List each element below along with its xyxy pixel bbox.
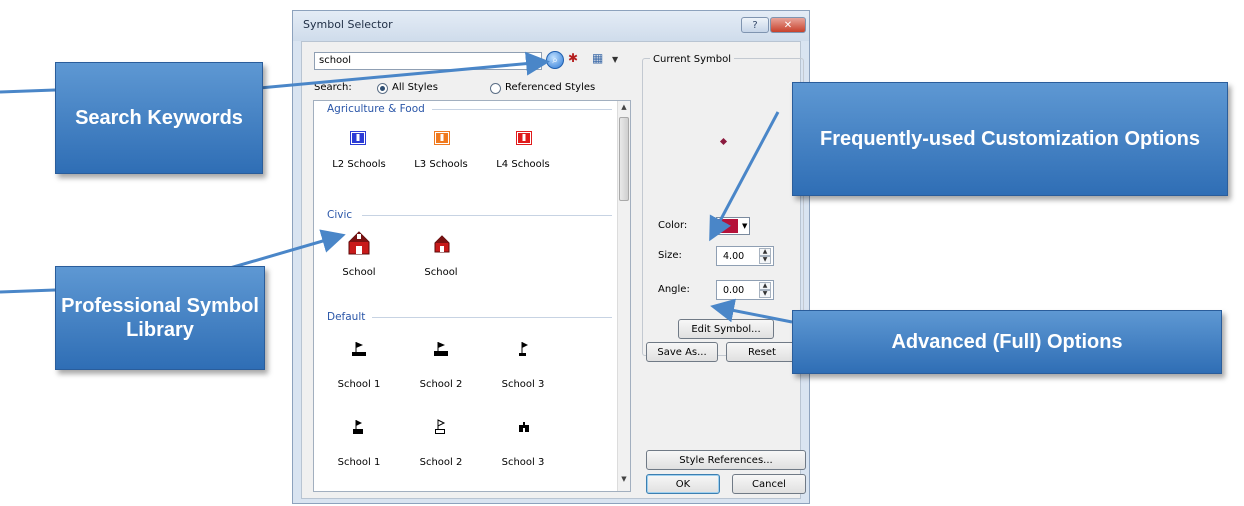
symbol-label: School 2	[419, 457, 463, 468]
school-orange-icon	[434, 131, 450, 145]
color-swatch[interactable]	[718, 219, 738, 233]
symbol-item[interactable]: School 2	[396, 341, 486, 401]
angle-stepper[interactable]: 0.00 ▲ ▼	[716, 280, 774, 300]
reset-button[interactable]: Reset	[726, 342, 798, 362]
symbol-label: School	[424, 267, 458, 278]
symbol-item[interactable]: School 1	[314, 419, 404, 479]
all-styles-radio[interactable]	[377, 83, 388, 94]
symbol-item[interactable]: School	[396, 235, 486, 291]
title-bar: Symbol Selector ? ✕	[293, 11, 809, 41]
save-as-button[interactable]: Save As...	[646, 342, 718, 362]
symbol-item[interactable]: L4 Schools	[478, 131, 568, 181]
symbol-item[interactable]: L3 Schools	[396, 131, 486, 181]
edit-symbol-button[interactable]: Edit Symbol...	[678, 319, 774, 339]
dialog-title: Symbol Selector	[303, 18, 393, 31]
symbol-label: L4 Schools	[496, 159, 550, 170]
color-dropdown-icon[interactable]: ▼	[742, 222, 747, 230]
all-styles-label[interactable]: All Styles	[392, 82, 438, 93]
symbol-item[interactable]: School	[314, 231, 404, 291]
help-button[interactable]: ?	[741, 17, 769, 33]
angle-up-icon[interactable]: ▲	[759, 282, 771, 290]
symbol-label: L3 Schools	[414, 159, 468, 170]
group-divider	[432, 109, 612, 110]
symbol-item[interactable]: School 2	[396, 419, 486, 479]
referenced-styles-label[interactable]: Referenced Styles	[505, 82, 595, 93]
symbol-label: School 2	[419, 379, 463, 390]
group-heading-civic: Civic	[327, 209, 353, 221]
symbol-item[interactable]: L2 Schools	[314, 131, 404, 181]
schoolhouse-small-icon	[434, 235, 450, 253]
close-icon: ✕	[783, 19, 793, 31]
view-options-icon[interactable]: ▦	[592, 51, 612, 69]
symbol-label: School 3	[501, 457, 545, 468]
size-down-icon[interactable]: ▼	[759, 256, 771, 264]
size-value[interactable]: 4.00	[723, 251, 744, 262]
school-flag-outline-icon	[435, 419, 446, 434]
search-scope-label: Search:	[314, 82, 352, 93]
callout-search-keywords: Search Keywords	[55, 62, 263, 174]
search-history-dropdown-icon[interactable]: ▼	[528, 56, 534, 65]
view-options-dropdown-icon[interactable]: ▼	[612, 55, 618, 64]
symbol-item[interactable]: School 3	[478, 419, 568, 479]
school-building-icon	[519, 422, 529, 432]
symbol-selector-dialog: Symbol Selector ? ✕ school ▼ ⌕ ✱ ▦ ▼ Sea…	[292, 10, 810, 504]
school-flag-icon	[352, 342, 366, 356]
angle-value[interactable]: 0.00	[723, 285, 744, 296]
scroll-down-icon[interactable]: ▼	[617, 475, 630, 487]
ok-button[interactable]: OK	[646, 474, 720, 494]
symbol-label: School 1	[337, 379, 381, 390]
clear-search-icon[interactable]: ✱	[568, 51, 586, 69]
school-blue-icon	[350, 131, 366, 145]
size-stepper[interactable]: 4.00 ▲ ▼	[716, 246, 774, 266]
symbol-list[interactable]: Agriculture & Food L2 Schools L3 Schools…	[313, 100, 631, 492]
help-icon: ?	[752, 19, 758, 31]
symbol-item[interactable]: School 1	[314, 341, 404, 401]
referenced-styles-radio[interactable]	[490, 83, 501, 94]
symbol-label: L2 Schools	[332, 159, 386, 170]
symbol-label: School 3	[501, 379, 545, 390]
symbol-label: School 1	[337, 457, 381, 468]
callout-frequently-used-options: Frequently-used Customization Options	[792, 82, 1228, 196]
school-red-icon	[516, 131, 532, 145]
search-input[interactable]: school	[314, 52, 542, 70]
angle-label: Angle:	[658, 284, 690, 295]
scroll-up-icon[interactable]: ▲	[617, 103, 630, 115]
group-heading-default: Default	[327, 311, 366, 323]
size-label: Size:	[658, 250, 682, 261]
current-symbol-group	[642, 58, 804, 356]
group-divider	[362, 215, 612, 216]
school-flag-icon	[434, 342, 448, 356]
school-flag-icon	[519, 342, 528, 356]
school-flag-icon	[353, 420, 363, 434]
close-button[interactable]: ✕	[770, 17, 806, 33]
callout-symbol-library: Professional Symbol Library	[55, 266, 265, 370]
arrow-line	[0, 288, 56, 294]
group-heading-agriculture: Agriculture & Food	[327, 103, 425, 115]
arrow-line	[0, 88, 56, 94]
symbol-label: School	[342, 267, 376, 278]
search-icon[interactable]: ⌕	[546, 51, 564, 69]
symbol-item[interactable]: School 3	[478, 341, 568, 401]
angle-down-icon[interactable]: ▼	[759, 290, 771, 298]
group-divider	[372, 317, 612, 318]
current-symbol-title: Current Symbol	[650, 54, 734, 65]
size-up-icon[interactable]: ▲	[759, 248, 771, 256]
cancel-button[interactable]: Cancel	[732, 474, 806, 494]
style-references-button[interactable]: Style References...	[646, 450, 806, 470]
scrollbar-thumb[interactable]	[619, 117, 629, 201]
schoolhouse-large-icon	[348, 231, 370, 255]
color-label: Color:	[658, 220, 688, 231]
callout-advanced-options: Advanced (Full) Options	[792, 310, 1222, 374]
dialog-client-area: school ▼ ⌕ ✱ ▦ ▼ Search: All Styles Refe…	[301, 41, 806, 499]
